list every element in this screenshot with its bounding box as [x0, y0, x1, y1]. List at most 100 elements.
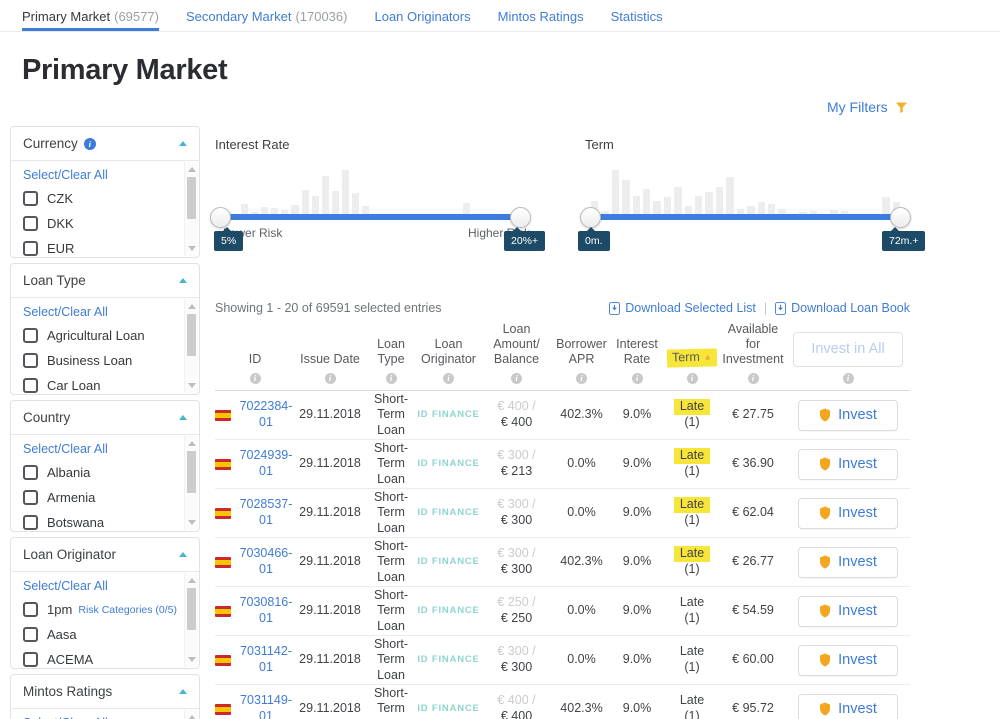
column-info-icon[interactable] — [386, 373, 397, 384]
filter-option: CZK — [23, 191, 177, 206]
checkbox[interactable] — [23, 465, 38, 480]
filter-panel-header[interactable]: Country — [11, 401, 199, 435]
loan-id-link[interactable]: 7028537-01 — [237, 497, 295, 528]
scroll-down-icon[interactable] — [188, 246, 196, 251]
checkbox[interactable] — [23, 602, 38, 617]
column-info-icon[interactable] — [843, 373, 854, 384]
term-min-handle[interactable] — [580, 207, 601, 228]
column-header-borrower-apr[interactable]: Borrower APR — [553, 322, 610, 384]
column-header-loan-type[interactable]: Loan Type — [365, 322, 417, 384]
scrollbar-thumb[interactable] — [187, 451, 196, 493]
histogram-bar — [322, 176, 329, 216]
checkbox[interactable] — [23, 490, 38, 505]
loan-id-link[interactable]: 7030466-01 — [237, 546, 295, 577]
invest-button[interactable]: Invest — [798, 645, 898, 676]
column-header-loan-originator[interactable]: Loan Originator — [417, 322, 480, 384]
invest-button[interactable]: Invest — [798, 694, 898, 719]
issue-date-cell: 29.11.2018 — [295, 554, 365, 570]
scroll-up-icon[interactable] — [188, 304, 196, 309]
checkbox[interactable] — [23, 627, 38, 642]
scroll-down-icon[interactable] — [188, 383, 196, 388]
term-max-handle[interactable] — [890, 207, 911, 228]
column-info-icon[interactable] — [687, 373, 698, 384]
checkbox[interactable] — [23, 191, 38, 206]
column-header-loan-amount-balance[interactable]: Loan Amount/ Balance — [480, 322, 553, 384]
column-info-icon[interactable] — [511, 373, 522, 384]
term-slider-track[interactable] — [590, 214, 901, 220]
select-clear-all-link[interactable]: Select/Clear All — [23, 442, 177, 456]
interest-rate-max-handle[interactable] — [510, 207, 531, 228]
invest-button[interactable]: Invest — [798, 547, 898, 578]
filter-panel-header[interactable]: Mintos Ratings — [11, 675, 199, 709]
scroll-up-icon[interactable] — [188, 167, 196, 172]
column-info-icon[interactable] — [576, 373, 587, 384]
scroll-up-icon[interactable] — [188, 715, 196, 719]
collapse-caret-icon[interactable] — [179, 689, 187, 694]
column-header-available-for-investment[interactable]: Available for Investment — [720, 322, 786, 384]
risk-categories-link[interactable]: Risk Categories (0/5) — [78, 604, 177, 616]
checkbox[interactable] — [23, 515, 38, 530]
download-selected-list-link[interactable]: Download Selected List — [609, 301, 756, 315]
invest-button[interactable]: Invest — [798, 400, 898, 431]
column-info-icon[interactable] — [250, 373, 261, 384]
loan-id-link[interactable]: 7022384-01 — [237, 399, 295, 430]
checkbox[interactable] — [23, 216, 38, 231]
column-header-id[interactable]: ID — [215, 322, 295, 384]
filter-panel-header[interactable]: Loan Type — [11, 264, 199, 298]
mintos-primary-market-screen: Primary Market(69577) Secondary Market(17… — [0, 0, 1000, 719]
filter-panel-header[interactable]: Loan Originator — [11, 538, 199, 572]
loan-id-link[interactable]: 7024939-01 — [237, 448, 295, 479]
collapse-caret-icon[interactable] — [179, 141, 187, 146]
checkbox[interactable] — [23, 353, 38, 368]
column-info-icon[interactable] — [325, 373, 336, 384]
select-clear-all-link[interactable]: Select/Clear All — [23, 579, 177, 593]
scroll-down-icon[interactable] — [188, 520, 196, 525]
borrower-apr-cell: 402.3% — [553, 701, 610, 717]
scrollbar-thumb[interactable] — [187, 177, 196, 219]
checkbox[interactable] — [23, 241, 38, 256]
interest-rate-min-handle[interactable] — [210, 207, 231, 228]
scroll-up-icon[interactable] — [188, 578, 196, 583]
column-header-interest-rate[interactable]: Interest Rate — [610, 322, 664, 384]
filter-panel-header[interactable]: Currency — [11, 127, 199, 161]
scroll-down-icon[interactable] — [188, 657, 196, 662]
scrollbar[interactable] — [184, 573, 198, 667]
invest-button[interactable]: Invest — [798, 449, 898, 480]
select-clear-all-link[interactable]: Select/Clear All — [23, 305, 177, 319]
scrollbar-thumb[interactable] — [187, 588, 196, 630]
select-clear-all-link[interactable]: Select/Clear All — [23, 168, 177, 182]
scrollbar[interactable] — [184, 436, 198, 530]
checkbox[interactable] — [23, 378, 38, 393]
collapse-caret-icon[interactable] — [179, 278, 187, 283]
filter-option-left: Agricultural Loan — [23, 328, 145, 343]
tab-secondary-market[interactable]: Secondary Market(170036) — [186, 0, 348, 31]
invest-in-all-button[interactable]: Invest in All — [793, 332, 903, 367]
interest-rate-slider-track[interactable] — [220, 214, 521, 220]
scrollbar[interactable] — [184, 162, 198, 256]
loan-id-link[interactable]: 7031142-01 — [237, 644, 295, 675]
checkbox[interactable] — [23, 652, 38, 667]
tab-mintos-ratings[interactable]: Mintos Ratings — [498, 0, 584, 31]
column-header-text: Interest Rate — [610, 337, 664, 367]
tab-statistics[interactable]: Statistics — [611, 0, 663, 31]
invest-button[interactable]: Invest — [798, 498, 898, 529]
invest-button[interactable]: Invest — [798, 596, 898, 627]
download-loan-book-link[interactable]: Download Loan Book — [775, 301, 910, 315]
collapse-caret-icon[interactable] — [179, 552, 187, 557]
loan-id-link[interactable]: 7031149-01 — [237, 693, 295, 719]
scrollbar-thumb[interactable] — [187, 314, 196, 356]
tab-loan-originators[interactable]: Loan Originators — [374, 0, 470, 31]
column-header-term[interactable]: Term▲ — [664, 322, 720, 384]
column-info-icon[interactable] — [632, 373, 643, 384]
my-filters-link[interactable]: My Filters — [827, 99, 909, 115]
checkbox[interactable] — [23, 328, 38, 343]
column-info-icon[interactable] — [748, 373, 759, 384]
column-header-issue-date[interactable]: Issue Date — [295, 322, 365, 384]
collapse-caret-icon[interactable] — [179, 415, 187, 420]
tab-primary-market[interactable]: Primary Market(69577) — [22, 0, 159, 31]
column-info-icon[interactable] — [443, 373, 454, 384]
scrollbar[interactable] — [184, 299, 198, 393]
loan-id-link[interactable]: 7030816-01 — [237, 595, 295, 626]
scrollbar[interactable] — [184, 710, 198, 719]
scroll-up-icon[interactable] — [188, 441, 196, 446]
